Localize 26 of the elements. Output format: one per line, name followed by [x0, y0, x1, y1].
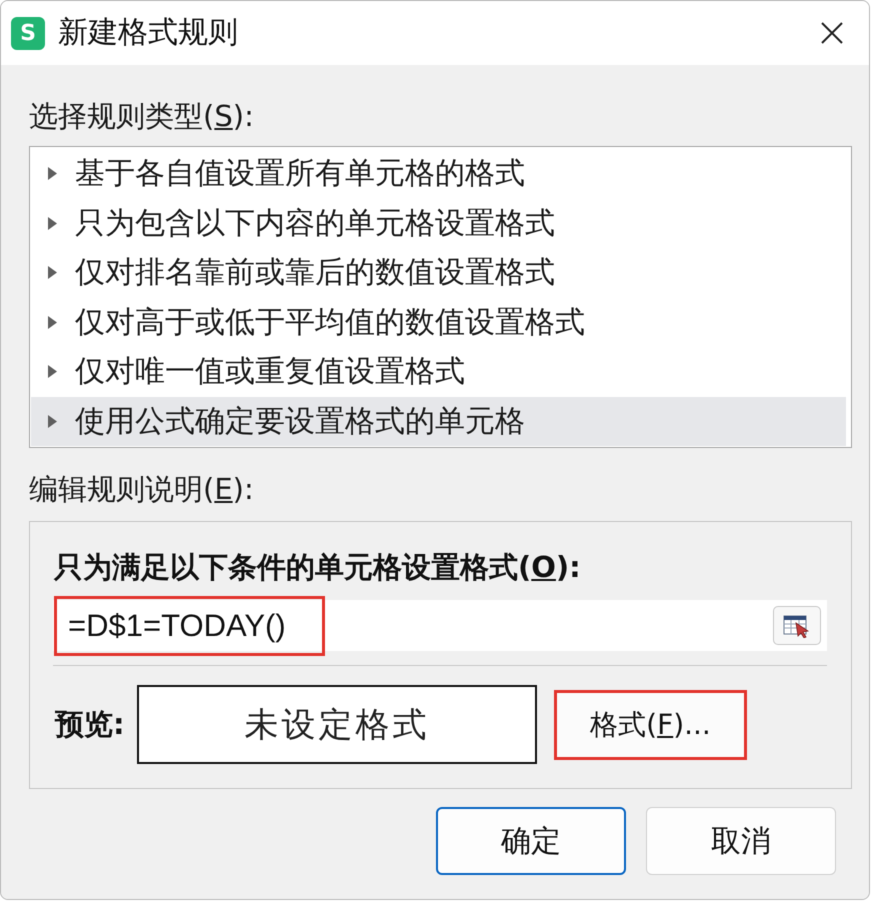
rule-type-item[interactable]: 只为包含以下内容的单元格设置格式 — [31, 198, 846, 248]
rule-type-item[interactable]: 基于各自值设置所有单元格的格式 — [31, 149, 846, 198]
rule-type-item[interactable]: 仅对唯一值或重复值设置格式 — [31, 347, 846, 396]
caret-icon — [48, 266, 57, 280]
format-button[interactable]: 格式(F)... — [554, 690, 747, 760]
rule-type-item[interactable]: 仅对高于或低于平均值的数值设置格式 — [31, 298, 846, 347]
caret-icon — [48, 365, 57, 378]
section-label: 编辑规则说明(E): — [29, 473, 254, 505]
cancel-button[interactable]: 取消 — [646, 807, 836, 875]
close-icon — [820, 21, 844, 45]
caret-icon — [48, 316, 57, 329]
caret-icon — [48, 216, 57, 230]
app-logo: S — [11, 16, 45, 50]
table-pointer-icon — [783, 614, 811, 638]
formula-text: =D$1=TODAY() — [54, 596, 325, 656]
window-title: 新建格式规则 — [58, 15, 238, 51]
range-select-button[interactable] — [773, 606, 821, 645]
preview-label: 预览: — [54, 706, 126, 742]
rule-type-item[interactable]: 使用公式确定要设置格式的单元格 — [31, 396, 846, 446]
ok-button[interactable]: 确定 — [436, 807, 626, 875]
rule-type-item[interactable]: 仅对排名靠前或靠后的数值设置格式 — [31, 248, 846, 298]
format-preview: 未设定格式 — [137, 685, 537, 764]
caret-icon — [48, 414, 57, 428]
caret-icon — [48, 167, 57, 180]
section-label: 选择规则类型(S): — [29, 99, 254, 133]
condition-label: 只为满足以下条件的单元格设置格式(O): — [54, 551, 581, 583]
